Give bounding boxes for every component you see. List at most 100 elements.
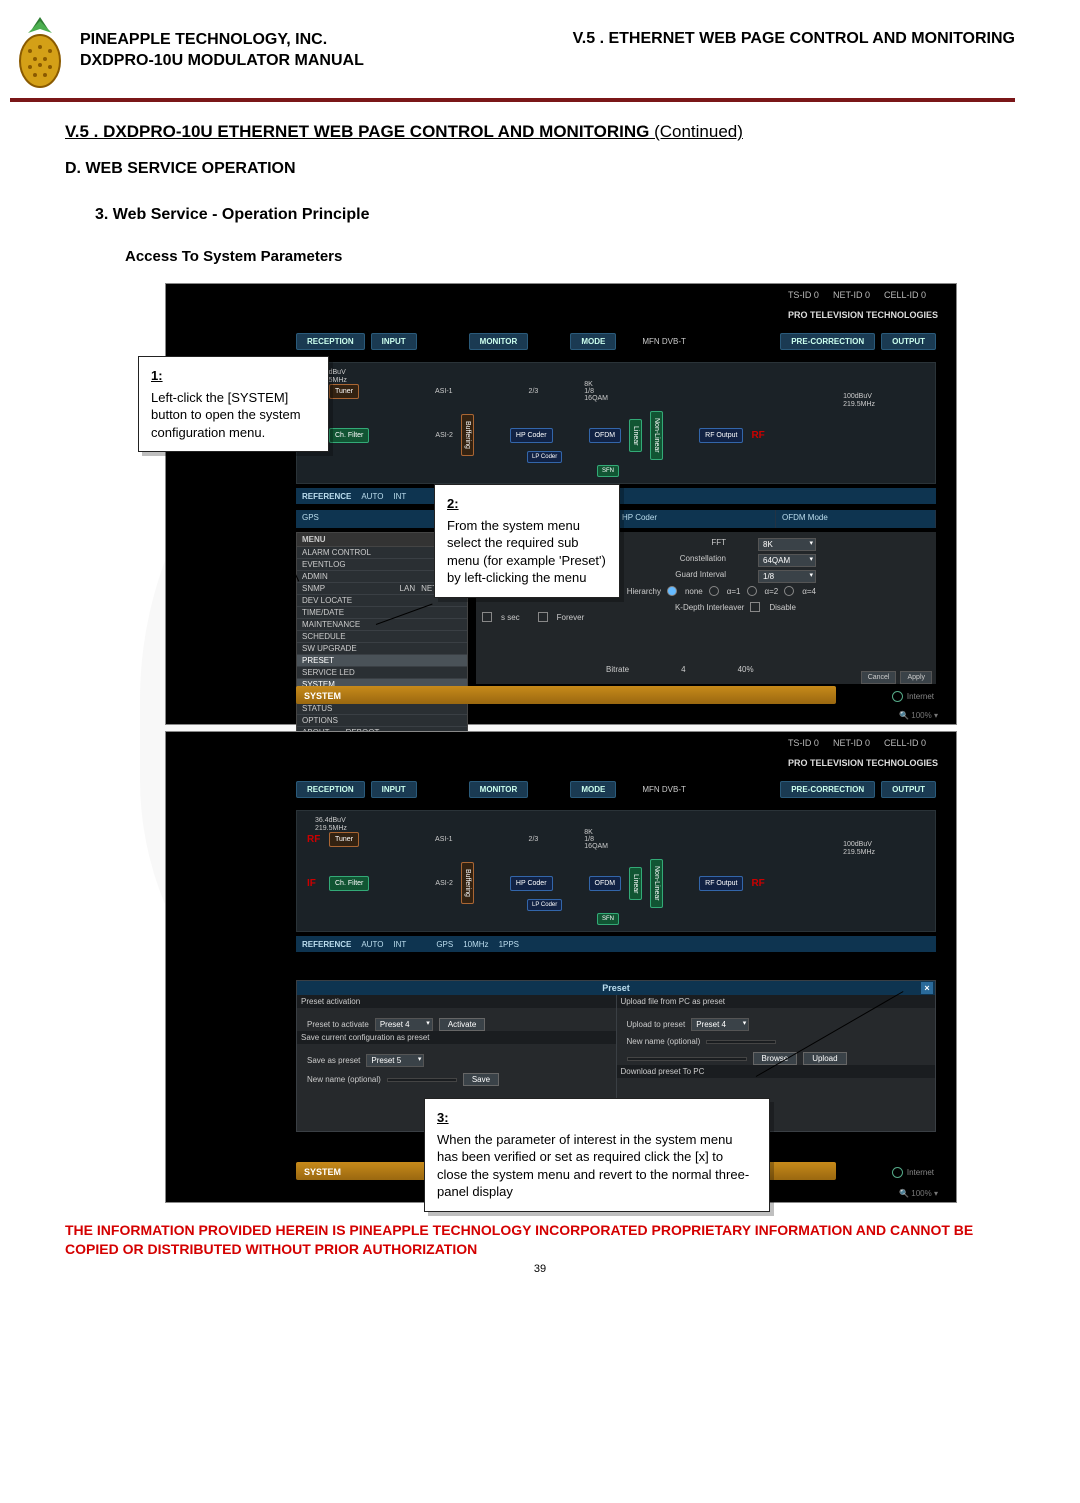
header: PINEAPPLE TECHNOLOGY, INC. DXDPRO-10U MO… bbox=[65, 30, 1015, 90]
chip-tuner[interactable]: Tuner bbox=[329, 832, 359, 847]
page-number: 39 bbox=[65, 1263, 1015, 1275]
tab-output[interactable]: OUTPUT bbox=[881, 333, 936, 350]
file-path-input[interactable] bbox=[627, 1057, 747, 1061]
ofdm-hier: Hierarchy none α=1 α=2 α=4 bbox=[627, 586, 816, 596]
tab-output[interactable]: OUTPUT bbox=[881, 781, 936, 798]
brand-label: PRO TELEVISION TECHNOLOGIES bbox=[788, 310, 938, 320]
tab-row: RECEPTION INPUT MONITOR MODE MFN DVB-T P… bbox=[296, 330, 936, 352]
section-sub: Access To System Parameters bbox=[125, 248, 1015, 265]
net-indicator: Internet bbox=[892, 1167, 934, 1178]
upload-preset-select[interactable]: Preset 4 bbox=[691, 1018, 749, 1031]
stat: TS-ID 0 bbox=[788, 738, 819, 756]
chip-hp[interactable]: HP Coder bbox=[510, 876, 553, 891]
tab-input[interactable]: INPUT bbox=[371, 781, 417, 798]
con-select[interactable]: 64QAM bbox=[758, 554, 816, 567]
chip-chfilter[interactable]: Ch. Filter bbox=[329, 876, 369, 891]
callout-3-text: When the parameter of interest in the sy… bbox=[437, 1132, 749, 1200]
tab-reception[interactable]: RECEPTION bbox=[296, 781, 365, 798]
chip-lp[interactable]: LP Coder bbox=[527, 451, 562, 463]
menu-item[interactable]: OPTIONS bbox=[297, 715, 467, 727]
callout-1-num: 1: bbox=[151, 367, 316, 385]
chip-linear[interactable]: Linear bbox=[629, 867, 642, 900]
col-hp: HP Coder bbox=[616, 510, 776, 528]
menu-item-preset[interactable]: PRESET bbox=[297, 655, 467, 667]
stat: CELL-ID 0 bbox=[884, 738, 926, 756]
checkbox[interactable] bbox=[750, 602, 760, 612]
tab-input[interactable]: INPUT bbox=[371, 333, 417, 350]
chip-buffering[interactable]: Buffering bbox=[461, 862, 474, 904]
menu-item[interactable]: TIME/DATE bbox=[297, 607, 467, 619]
chip-hp[interactable]: HP Coder bbox=[510, 428, 553, 443]
chip-tuner[interactable]: Tuner bbox=[329, 384, 359, 399]
preset-save-select[interactable]: Preset 5 bbox=[366, 1054, 424, 1067]
callout-3-num: 3: bbox=[437, 1109, 757, 1127]
stat: NET-ID 0 bbox=[833, 290, 870, 308]
ref-item: INT bbox=[393, 492, 406, 501]
ofdm-fft: FFT bbox=[711, 538, 726, 547]
screenshots: TS-ID 0 NET-ID 0 CELL-ID 0 PRO TELEVISIO… bbox=[165, 283, 955, 1203]
menu-item[interactable]: SCHEDULE bbox=[297, 631, 467, 643]
system-bar[interactable]: SYSTEM bbox=[296, 686, 836, 704]
tab-mode[interactable]: MODE bbox=[570, 333, 616, 350]
upload-button[interactable]: Upload bbox=[803, 1052, 846, 1065]
ofdm-gi: Guard Interval bbox=[675, 570, 726, 579]
chip-sfn[interactable]: SFN bbox=[597, 913, 619, 925]
chip-sfn[interactable]: SFN bbox=[597, 465, 619, 477]
signal-flow: 36.4dBuV219.5MHz RF Tuner ASI-1 2/3 8K1/… bbox=[296, 810, 936, 932]
preset-col2-h2: Download preset To PC bbox=[617, 1065, 936, 1078]
radio[interactable] bbox=[709, 586, 719, 596]
chip-rfout[interactable]: RF Output bbox=[699, 428, 743, 443]
cancel-button[interactable]: Cancel bbox=[861, 671, 897, 684]
chip-buffering[interactable]: Buffering bbox=[461, 414, 474, 456]
activate-button[interactable]: Activate bbox=[439, 1018, 485, 1031]
sec-opt: s secForever bbox=[482, 612, 584, 622]
pineapple-logo-icon bbox=[10, 15, 70, 90]
close-icon[interactable]: × bbox=[921, 982, 933, 994]
preset-col2-h: Upload file from PC as preset bbox=[617, 995, 936, 1008]
tab-reception[interactable]: RECEPTION bbox=[296, 333, 365, 350]
col-ofdm: OFDM Mode bbox=[776, 510, 936, 528]
tab-mode[interactable]: MODE bbox=[570, 781, 616, 798]
chip-nonlinear[interactable]: Non-Linear bbox=[650, 411, 663, 460]
chip-ofdm[interactable]: OFDM bbox=[589, 428, 622, 443]
chip-ofdm[interactable]: OFDM bbox=[589, 876, 622, 891]
tab-monitor[interactable]: MONITOR bbox=[469, 781, 529, 798]
bottom-buttons: Cancel Apply bbox=[861, 671, 932, 684]
fft-select[interactable]: 8K bbox=[758, 538, 816, 551]
callout-1: 1: Left-click the [SYSTEM] button to ope… bbox=[138, 356, 329, 452]
gi-select[interactable]: 1/8 bbox=[758, 570, 816, 583]
preset-activate-select[interactable]: Preset 4 bbox=[375, 1018, 433, 1031]
brand-label: PRO TELEVISION TECHNOLOGIES bbox=[788, 758, 938, 768]
menu-item[interactable]: STATUS bbox=[297, 703, 467, 715]
preset-title: Preset × bbox=[297, 981, 935, 995]
stat: NET-ID 0 bbox=[833, 738, 870, 756]
browse-button[interactable]: Browse bbox=[753, 1052, 798, 1065]
callout-2-text: From the system menu select the required… bbox=[447, 518, 606, 586]
header-rule bbox=[10, 98, 1015, 102]
preset-col1-h2: Save current configuration as preset bbox=[297, 1031, 616, 1044]
new-name-input[interactable] bbox=[387, 1078, 457, 1082]
menu-item[interactable]: SW UPGRADE bbox=[297, 643, 467, 655]
radio[interactable] bbox=[747, 586, 757, 596]
ref-item: AUTO bbox=[361, 492, 383, 501]
chip-nonlinear[interactable]: Non-Linear bbox=[650, 859, 663, 908]
tab-precorrection[interactable]: PRE-CORRECTION bbox=[780, 333, 875, 350]
ofdm-depth: K-Depth InterleaverDisable bbox=[675, 602, 796, 612]
callout-2-num: 2: bbox=[447, 495, 607, 513]
save-button[interactable]: Save bbox=[463, 1073, 499, 1086]
radio[interactable] bbox=[784, 586, 794, 596]
tab-precorrection[interactable]: PRE-CORRECTION bbox=[780, 781, 875, 798]
section-d: D. WEB SERVICE OPERATION bbox=[65, 160, 1015, 178]
chip-chfilter[interactable]: Ch. Filter bbox=[329, 428, 369, 443]
callout-3: 3: When the parameter of interest in the… bbox=[424, 1098, 770, 1212]
section-3: 3. Web Service - Operation Principle bbox=[95, 206, 1015, 224]
menu-item[interactable]: SERVICE LED bbox=[297, 667, 467, 679]
signal-flow: 36.4dBuV219.5MHz RF Tuner ASI-1 2/3 8K1/… bbox=[296, 362, 936, 484]
upload-name-input[interactable] bbox=[706, 1040, 776, 1044]
chip-linear[interactable]: Linear bbox=[629, 419, 642, 452]
radio[interactable] bbox=[667, 586, 677, 596]
apply-button[interactable]: Apply bbox=[900, 671, 932, 684]
chip-lp[interactable]: LP Coder bbox=[527, 899, 562, 911]
chip-rfout[interactable]: RF Output bbox=[699, 876, 743, 891]
tab-monitor[interactable]: MONITOR bbox=[469, 333, 529, 350]
